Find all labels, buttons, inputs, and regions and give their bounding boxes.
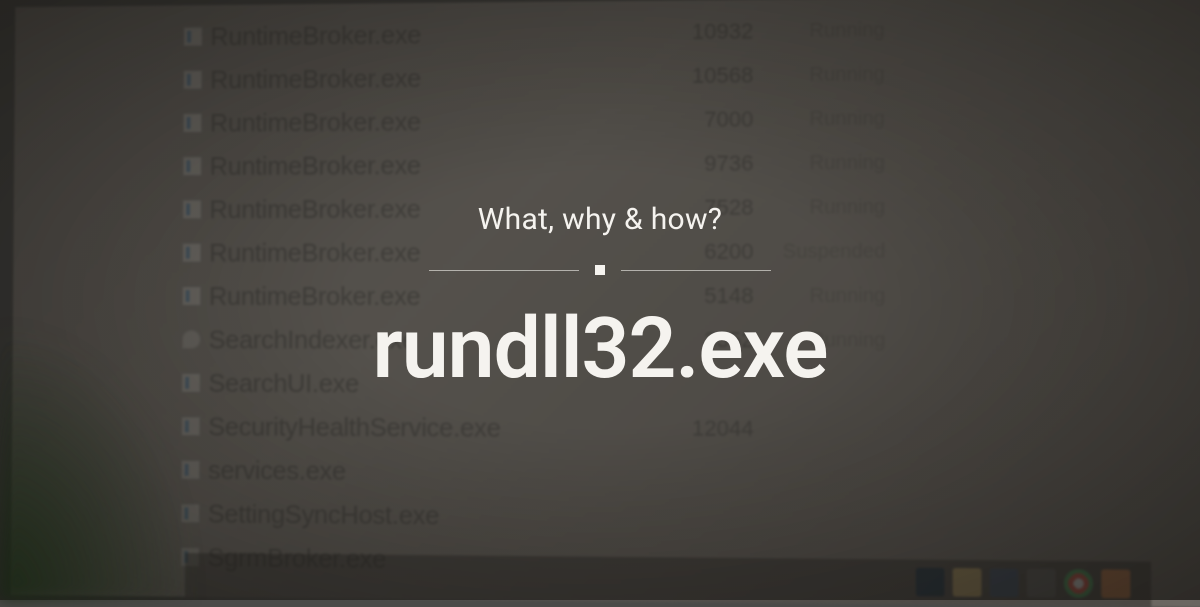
- hero-main-title: rundll32.exe: [200, 299, 1000, 398]
- plant-foreground: [0, 320, 200, 600]
- decorative-divider: [200, 265, 1000, 275]
- hero-subtitle: What, why & how?: [200, 202, 1000, 237]
- divider-line-left: [429, 270, 579, 271]
- divider-line-right: [621, 270, 771, 271]
- divider-square-icon: [595, 265, 605, 275]
- hero-title-block: What, why & how? rundll32.exe: [200, 202, 1000, 398]
